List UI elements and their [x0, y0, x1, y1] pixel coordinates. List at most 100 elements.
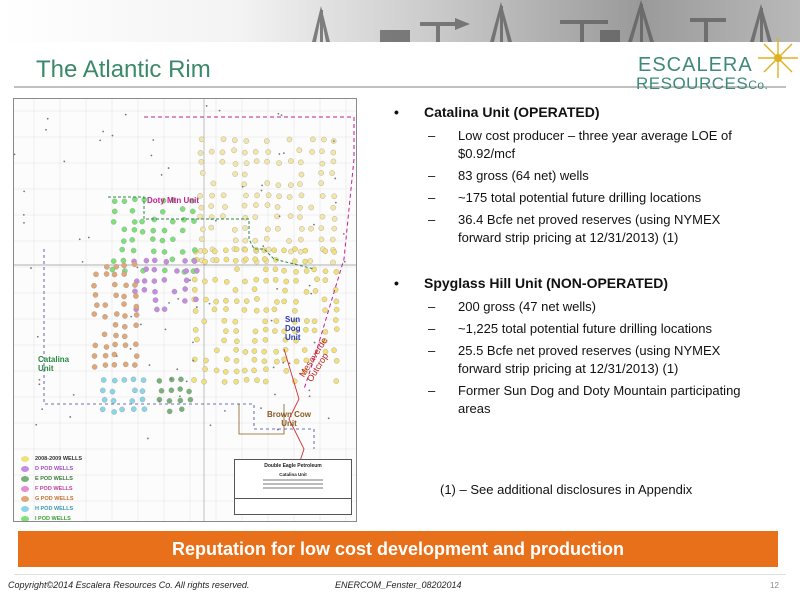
- well-marker: [251, 357, 258, 363]
- well-marker: [299, 226, 305, 232]
- well-marker: [251, 348, 258, 354]
- legend-swatch: [21, 486, 29, 492]
- well-marker: [141, 278, 148, 284]
- well-marker-small: [327, 417, 330, 420]
- well-marker: [298, 171, 305, 178]
- title-block-line: [263, 483, 323, 485]
- well-marker-small: [195, 306, 198, 308]
- well-marker: [329, 170, 335, 176]
- well-marker: [201, 318, 207, 325]
- well-marker-small: [23, 190, 26, 193]
- well-marker: [307, 258, 314, 264]
- title-block-line: [263, 487, 323, 489]
- well-marker: [283, 368, 290, 374]
- well-marker: [113, 332, 119, 339]
- well-marker: [232, 319, 239, 325]
- well-marker: [121, 301, 127, 307]
- well-marker: [330, 158, 337, 165]
- well-marker: [322, 268, 329, 275]
- well-marker: [293, 299, 299, 305]
- well-marker: [170, 218, 176, 225]
- well-marker: [161, 249, 168, 255]
- well-marker: [130, 247, 137, 254]
- well-marker: [219, 159, 226, 165]
- well-marker: [121, 333, 128, 340]
- well-marker: [263, 277, 269, 284]
- well-marker: [202, 248, 208, 254]
- well-marker: [261, 348, 267, 355]
- well-marker: [213, 298, 219, 305]
- well-marker: [221, 317, 228, 324]
- well-marker: [281, 267, 287, 274]
- well-marker: [298, 192, 305, 199]
- well-marker: [224, 279, 230, 285]
- well-marker: [331, 249, 338, 255]
- list-item: – Low cost producer – three year average …: [428, 128, 732, 161]
- well-marker: [243, 377, 250, 383]
- well-marker: [293, 358, 300, 365]
- well-marker: [166, 408, 173, 415]
- well-marker: [191, 276, 198, 283]
- well-marker: [129, 237, 135, 243]
- well-marker: [262, 326, 269, 333]
- well-marker: [92, 342, 99, 349]
- well-marker: [232, 258, 239, 264]
- well-marker: [261, 256, 268, 262]
- well-marker: [179, 406, 185, 412]
- well-marker: [100, 377, 107, 383]
- well-marker-small: [164, 328, 167, 331]
- well-marker: [171, 288, 178, 295]
- well-marker-small: [148, 364, 151, 367]
- well-marker-small: [262, 245, 265, 248]
- well-marker: [132, 362, 138, 368]
- well-marker-small: [205, 105, 208, 107]
- well-marker: [192, 247, 198, 253]
- well-marker: [222, 204, 228, 210]
- well-marker: [191, 377, 197, 383]
- well-marker: [132, 282, 138, 288]
- well-marker: [111, 198, 118, 204]
- well-marker: [121, 271, 127, 277]
- well-marker: [109, 388, 116, 395]
- well-marker: [253, 246, 259, 253]
- well-marker: [208, 203, 214, 209]
- well-marker: [263, 138, 270, 144]
- well-marker: [288, 182, 294, 188]
- well-marker: [151, 257, 158, 264]
- company-logo: ESCALERA RESOURCESCo.: [632, 36, 800, 96]
- well-marker: [130, 376, 137, 383]
- section-heading: • Spyglass Hill Unit (NON-OPERATED): [394, 275, 668, 291]
- well-marker: [322, 248, 329, 254]
- well-marker: [251, 367, 257, 374]
- well-marker: [177, 397, 184, 404]
- well-marker: [214, 347, 220, 354]
- well-marker: [122, 323, 128, 330]
- map-label-browncow: Brown Cow Unit: [267, 410, 311, 428]
- well-marker: [232, 287, 239, 293]
- well-marker: [122, 361, 129, 368]
- well-marker: [308, 204, 314, 211]
- page-number: 12: [770, 581, 779, 590]
- well-marker: [129, 398, 136, 404]
- well-marker-small: [218, 109, 221, 112]
- well-marker: [233, 298, 240, 304]
- well-marker: [263, 235, 270, 242]
- well-marker: [332, 317, 339, 323]
- well-marker: [297, 204, 303, 211]
- well-marker: [151, 278, 158, 284]
- well-marker: [213, 257, 220, 263]
- well-marker: [298, 159, 304, 166]
- well-marker: [333, 378, 340, 384]
- well-marker: [241, 149, 248, 156]
- well-marker: [261, 358, 268, 364]
- well-marker-small: [139, 323, 142, 326]
- well-marker: [253, 158, 260, 164]
- well-marker: [221, 379, 228, 385]
- well-marker: [210, 180, 217, 187]
- well-marker: [233, 328, 239, 334]
- well-marker: [212, 248, 218, 255]
- well-marker: [333, 269, 340, 275]
- well-marker-small: [115, 355, 118, 357]
- title-block-grid: [235, 498, 351, 514]
- well-marker-small: [277, 112, 280, 115]
